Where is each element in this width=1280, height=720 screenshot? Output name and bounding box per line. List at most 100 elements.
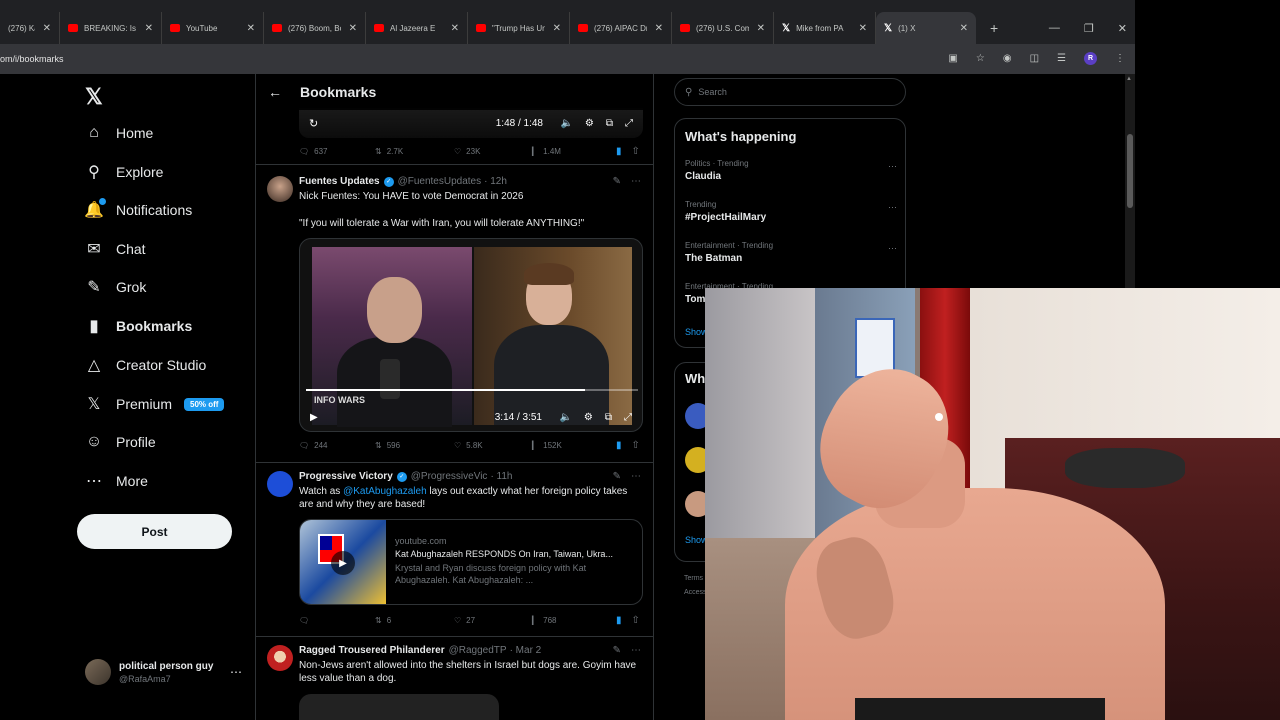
avatar[interactable]	[267, 471, 293, 497]
share-icon[interactable]: ⇧	[632, 146, 640, 157]
nav-explore[interactable]: ⚲ Explore	[84, 162, 163, 182]
browser-tab[interactable]: (276) Kat Abug ✕	[0, 12, 60, 44]
close-tab-icon[interactable]: ✕	[553, 23, 561, 34]
video-progress-bar[interactable]	[306, 389, 638, 391]
browser-tab[interactable]: 𝕏 Mike from PA ✕	[774, 12, 876, 44]
tweet-time[interactable]: · 11h	[490, 471, 512, 482]
views-button[interactable]: ▎ 768	[532, 616, 616, 625]
trend-item[interactable]: Trending #ProjectHailMary ⋯	[685, 200, 897, 223]
browser-tab[interactable]: BREAKING: Is A ✕	[60, 12, 162, 44]
trend-item[interactable]: Entertainment · Trending The Batman ⋯	[685, 241, 897, 264]
browser-tab[interactable]: (276) Boom, Bo ✕	[264, 12, 366, 44]
browser-tab[interactable]: (276) AIPAC Dr ✕	[570, 12, 672, 44]
mention-link[interactable]: @KatAbughazaleh	[343, 486, 427, 497]
avatar[interactable]	[267, 176, 293, 202]
like-button[interactable]: ♡ 27	[454, 616, 532, 625]
browser-profile-avatar[interactable]: R	[1084, 52, 1097, 65]
repost-button[interactable]: ⇅ 596	[375, 441, 454, 450]
reply-button[interactable]: 🗨	[299, 616, 375, 625]
minimize-icon[interactable]: —	[1049, 22, 1060, 35]
bookmark-filled-icon[interactable]: ▮	[616, 440, 622, 451]
volume-icon[interactable]: 🔈	[559, 412, 571, 423]
close-tab-icon[interactable]: ✕	[247, 23, 255, 34]
settings-icon[interactable]: ⚙	[585, 118, 594, 129]
close-tab-icon[interactable]: ✕	[960, 23, 968, 34]
close-tab-icon[interactable]: ✕	[451, 23, 459, 34]
link-card[interactable]: ▶ youtube.com Kat Abughazaleh RESPONDS O…	[299, 519, 643, 605]
share-icon[interactable]: ⇧	[632, 615, 640, 626]
nav-creator-studio[interactable]: △ Creator Studio	[84, 355, 206, 375]
share-icon[interactable]: ⇧	[632, 440, 640, 451]
browser-tab[interactable]: YouTube ✕	[162, 12, 264, 44]
address-bar[interactable]: om/i/bookmarks ▣ ☆ ◉ ◫ ☰ R ⋮	[0, 44, 1135, 74]
search-input[interactable]: ⚲ Search	[674, 78, 906, 106]
views-button[interactable]: ▎ 1.4M	[532, 147, 616, 156]
bookmark-filled-icon[interactable]: ▮	[616, 615, 622, 626]
nav-notifications[interactable]: 🔔 Notifications	[84, 198, 192, 220]
trend-item[interactable]: Politics · Trending Claudia ⋯	[685, 159, 897, 182]
media-icon[interactable]: ☰	[1057, 53, 1066, 64]
browser-tab[interactable]: "Trump Has Un ✕	[468, 12, 570, 44]
browser-tab[interactable]: 𝕏 (1) X ✕	[876, 12, 976, 44]
maximize-icon[interactable]: ❐	[1084, 22, 1094, 35]
tweet-time[interactable]: · 12h	[484, 176, 507, 187]
split-view-icon[interactable]: ◫	[1030, 53, 1039, 64]
more-icon[interactable]: ⋯	[631, 176, 641, 187]
nav-premium[interactable]: 𝕏 Premium 50% off	[84, 394, 225, 414]
replay-icon[interactable]: ↻	[309, 117, 318, 130]
top-video-controls[interactable]: ↻ 1:48 / 1:48 🔈 ⚙ ⧉ ⤢	[299, 108, 643, 138]
repost-button[interactable]: ⇅ 2.7K	[375, 147, 454, 156]
account-switcher[interactable]: political person guy @RafaAma7 ⋯	[85, 659, 242, 685]
close-tab-icon[interactable]: ✕	[43, 23, 51, 34]
more-icon[interactable]: ⋯	[888, 161, 897, 172]
tweet-time[interactable]: · Mar 2	[510, 645, 542, 656]
nav-chat[interactable]: ✉ Chat	[84, 239, 145, 259]
account-more-icon[interactable]: ⋯	[230, 665, 242, 679]
author-handle[interactable]: @FuentesUpdates	[398, 176, 482, 187]
grok-icon[interactable]: ✎	[613, 645, 621, 656]
browser-tab[interactable]: (276) U.S. Com ✕	[672, 12, 774, 44]
new-tab-button[interactable]: +	[990, 20, 998, 36]
nav-bookmarks[interactable]: ▮ Bookmarks	[84, 316, 193, 336]
play-icon[interactable]: ▶	[310, 412, 318, 423]
more-icon[interactable]: ⋯	[631, 645, 641, 656]
author-handle[interactable]: @ProgressiveVic	[411, 471, 488, 482]
nav-home[interactable]: ⌂ Home	[84, 123, 153, 143]
settings-icon[interactable]: ⚙	[584, 412, 593, 423]
grok-icon[interactable]: ✎	[613, 471, 621, 482]
url-text[interactable]: om/i/bookmarks	[0, 54, 64, 64]
repost-button[interactable]: ⇅ 6	[375, 616, 454, 625]
author-name[interactable]: Fuentes Updates	[299, 176, 380, 187]
author-name[interactable]: Ragged Trousered Philanderer	[299, 645, 445, 656]
browser-menu-icon[interactable]: ⋮	[1115, 53, 1125, 64]
star-icon[interactable]: ☆	[976, 53, 985, 64]
fullscreen-icon[interactable]: ⤢	[624, 412, 632, 423]
terms-link[interactable]: Terms	[684, 572, 707, 586]
close-tab-icon[interactable]: ✕	[349, 23, 357, 34]
close-tab-icon[interactable]: ✕	[757, 23, 765, 34]
tweet-media[interactable]	[299, 694, 499, 720]
back-arrow-icon[interactable]: ←	[268, 84, 282, 100]
pip-icon[interactable]: ⧉	[605, 412, 612, 423]
like-button[interactable]: ♡ 5.8K	[454, 441, 532, 450]
tweet-video[interactable]: INFO WARS ▶ 3:14 / 3:51 🔈 ⚙ ⧉ ⤢	[299, 238, 643, 432]
browser-tab[interactable]: Al Jazeera E ✕	[366, 12, 468, 44]
reply-button[interactable]: 🗨 637	[299, 147, 375, 156]
like-button[interactable]: ♡ 23K	[454, 147, 532, 156]
pip-icon[interactable]: ⧉	[606, 118, 613, 129]
extensions-icon[interactable]: ◉	[1003, 53, 1012, 64]
nav-more[interactable]: ⋯ More	[84, 471, 148, 491]
close-tab-icon[interactable]: ✕	[145, 23, 153, 34]
author-handle[interactable]: @RaggedTP	[449, 645, 507, 656]
close-tab-icon[interactable]: ✕	[655, 23, 663, 34]
nav-grok[interactable]: ✎ Grok	[84, 277, 146, 297]
more-icon[interactable]: ⋯	[631, 471, 641, 482]
accessibility-link[interactable]: Access	[684, 586, 707, 600]
bookmark-filled-icon[interactable]: ▮	[616, 146, 622, 157]
install-app-icon[interactable]: ▣	[948, 53, 957, 64]
reply-button[interactable]: 🗨 244	[299, 441, 375, 450]
more-icon[interactable]: ⋯	[888, 243, 897, 254]
grok-icon[interactable]: ✎	[613, 176, 621, 187]
views-button[interactable]: ▎ 152K	[532, 441, 616, 450]
close-window-icon[interactable]: ✕	[1118, 22, 1127, 35]
